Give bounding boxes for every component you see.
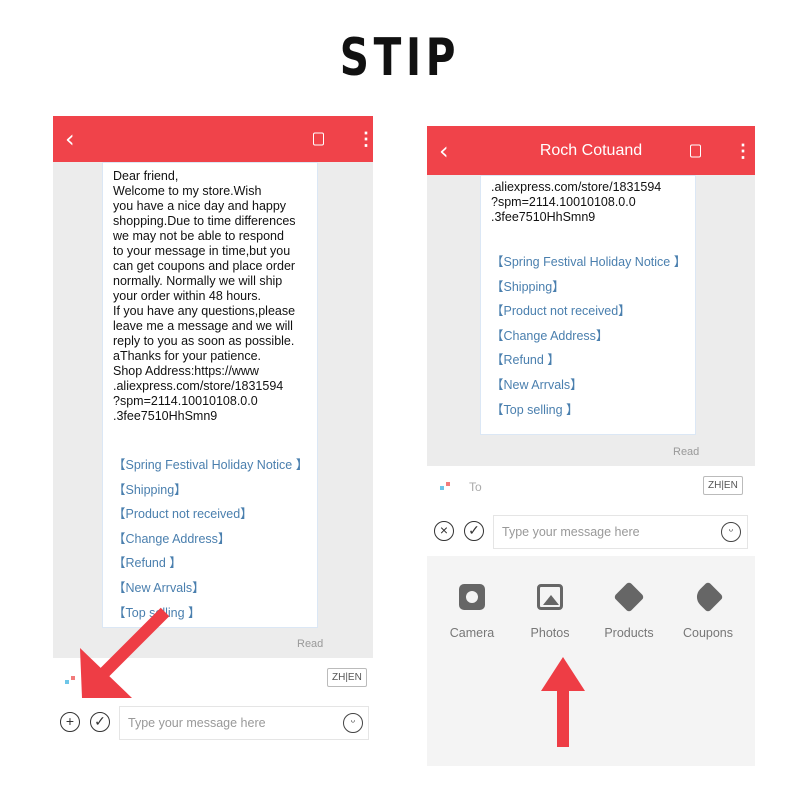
- message-input[interactable]: Type your message here: [119, 706, 369, 740]
- box-icon: [613, 581, 645, 613]
- attach-label: Coupons: [682, 626, 734, 640]
- close-icon[interactable]: ×: [434, 521, 454, 541]
- emoji-icon[interactable]: ᵕ: [343, 713, 363, 733]
- clipboard-icon[interactable]: [313, 132, 324, 146]
- quick-link[interactable]: 【Product not received】: [491, 304, 685, 329]
- back-icon[interactable]: ‹: [65, 125, 75, 153]
- store-logo-icon: [438, 480, 452, 494]
- quick-link[interactable]: 【New Arrvals】: [491, 378, 685, 403]
- quick-reply-icon[interactable]: ✓: [90, 712, 110, 732]
- quick-link[interactable]: 【Top selling 】: [491, 403, 685, 428]
- message-text: .aliexpress.com/store/1831594 ?spm=2114.…: [491, 180, 662, 224]
- right-phone-screen: ‹ Roch Cotuand ⋮ .aliexpress.com/store/1…: [427, 126, 755, 766]
- contact-name: Roch Cotuand: [539, 141, 643, 159]
- quick-link[interactable]: 【Spring Festival Holiday Notice 】: [113, 458, 308, 483]
- more-icon[interactable]: ⋮: [357, 130, 373, 148]
- message-text: Dear friend, Welcome to my store.Wish yo…: [113, 169, 296, 423]
- read-status: Read: [297, 638, 324, 650]
- chat-header: ‹ ⋮: [53, 116, 373, 162]
- message-input[interactable]: Type your message here: [493, 515, 748, 549]
- clipboard-icon[interactable]: [690, 144, 701, 157]
- quick-link[interactable]: 【Refund 】: [491, 353, 685, 378]
- tag-icon: [692, 581, 724, 613]
- plus-icon[interactable]: +: [60, 712, 80, 732]
- quick-link[interactable]: 【Refund 】: [113, 556, 307, 581]
- translate-toggle[interactable]: ZH|EN: [327, 668, 367, 687]
- message-bubble: Dear friend, Welcome to my store.Wish yo…: [102, 162, 318, 628]
- quick-link[interactable]: 【Spring Festival Holiday Notice 】: [491, 255, 686, 280]
- attach-products[interactable]: Products: [590, 581, 668, 640]
- page-title: STIP: [339, 28, 461, 88]
- attach-photos[interactable]: Photos: [511, 584, 589, 640]
- message-bubble: .aliexpress.com/store/1831594 ?spm=2114.…: [480, 175, 696, 435]
- emoji-icon[interactable]: ᵕ: [721, 522, 741, 542]
- attach-label: Photos: [530, 626, 570, 640]
- read-status: Read: [673, 446, 700, 458]
- chat-header: ‹ Roch Cotuand ⋮: [427, 126, 755, 175]
- attach-label: Products: [604, 626, 654, 640]
- translate-toggle[interactable]: ZH|EN: [703, 476, 743, 495]
- quick-link[interactable]: 【Change Address】: [113, 532, 307, 557]
- attach-camera[interactable]: Camera: [433, 584, 511, 640]
- red-arrow-diagonal: [80, 607, 170, 698]
- quick-link[interactable]: 【Product not received】: [113, 507, 307, 532]
- camera-icon: [459, 584, 485, 610]
- to-label: To: [469, 480, 482, 494]
- attach-label: Camera: [449, 626, 495, 640]
- quick-reply-icon[interactable]: ✓: [464, 521, 484, 541]
- attachment-panel: Camera Photos Products Coupons: [427, 556, 755, 766]
- more-icon[interactable]: ⋮: [734, 142, 752, 160]
- compose-bar: To ZH|EN × ✓ Type your message here ᵕ: [427, 466, 755, 556]
- attach-coupons[interactable]: Coupons: [669, 581, 747, 640]
- red-arrow-up: [541, 657, 585, 747]
- quick-link[interactable]: 【Shipping】: [113, 483, 307, 508]
- quick-link[interactable]: 【Change Address】: [491, 329, 685, 354]
- photos-icon: [537, 584, 563, 610]
- quick-link[interactable]: 【Shipping】: [491, 280, 685, 305]
